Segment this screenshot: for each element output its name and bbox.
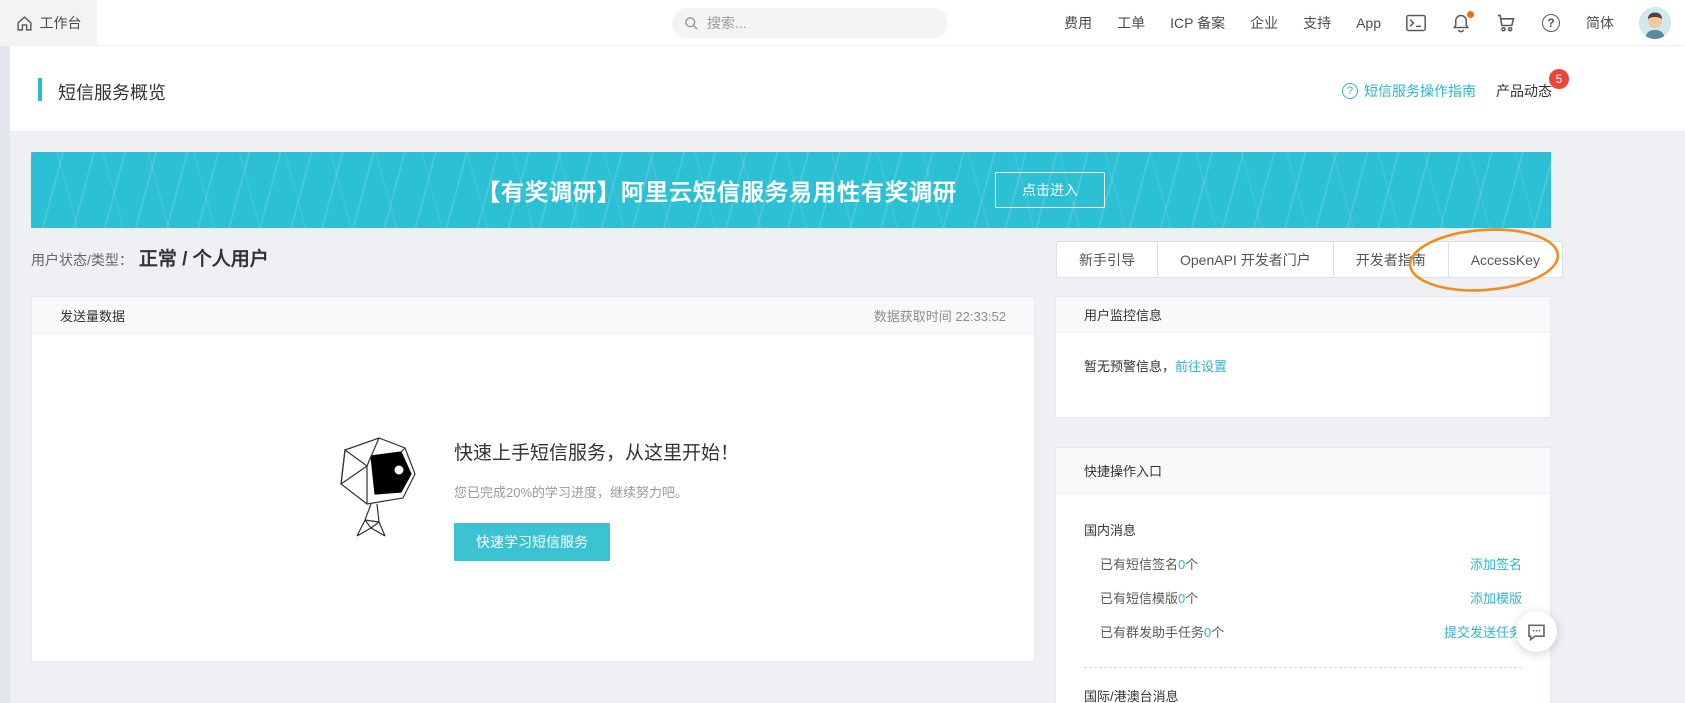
product-news-label: 产品动态 (1496, 83, 1552, 99)
notification-dot (1467, 11, 1474, 18)
notification-bell-icon[interactable] (1451, 13, 1471, 33)
survey-enter-button[interactable]: 点击进入 (995, 172, 1105, 208)
send-volume-card-title: 发送量数据 (60, 306, 125, 325)
collapsed-sidebar-rail (0, 46, 10, 703)
add-template-link[interactable]: 添加模版 (1470, 588, 1522, 607)
top-navbar: 工作台 费用 工单 ICP 备案 企业 支持 App ? 简体 (0, 0, 1685, 46)
user-monitor-card-header: 用户监控信息 (1056, 297, 1550, 333)
signature-count-text: 已有短信签名0个 (1100, 554, 1198, 573)
page-header: 短信服务概览 ? 短信服务操作指南 产品动态 5 (10, 46, 1685, 131)
quick-actions-card-header: 快捷操作入口 (1056, 448, 1550, 494)
topbar-right-group: 费用 工单 ICP 备案 企业 支持 App ? 简体 (1064, 0, 1671, 46)
nav-enterprise[interactable]: 企业 (1250, 13, 1278, 33)
user-status-label: 用户状态/类型： (31, 250, 133, 270)
search-input[interactable] (707, 15, 936, 31)
list-item-signature: 已有短信签名0个 添加签名 (1084, 554, 1522, 573)
batch-task-prefix: 已有群发助手任务 (1100, 625, 1204, 640)
global-search (672, 8, 948, 38)
beginner-guide-button[interactable]: 新手引导 (1056, 241, 1158, 278)
dashed-divider (1084, 667, 1522, 668)
workbench-button[interactable]: 工作台 (0, 0, 97, 46)
user-monitor-body: 暂无预警信息，前往设置 (1056, 333, 1550, 375)
home-icon (16, 15, 33, 32)
onboarding-title: 快速上手短信服务，从这里开始！ (454, 438, 739, 465)
user-monitor-card-title: 用户监控信息 (1084, 305, 1162, 324)
sms-guide-link[interactable]: ? 短信服务操作指南 (1342, 81, 1476, 101)
quick-actions-card: 快捷操作入口 国内消息 已有短信签名0个 添加签名 已有短信模版0个 添加模版 … (1055, 447, 1551, 703)
domestic-message-label: 国内消息 (1084, 520, 1522, 539)
quick-actions-card-title: 快捷操作入口 (1084, 461, 1162, 480)
search-icon (684, 16, 699, 31)
signature-prefix: 已有短信签名 (1100, 557, 1178, 572)
nav-billing[interactable]: 费用 (1064, 13, 1092, 33)
go-to-settings-link[interactable]: 前往设置 (1175, 359, 1227, 374)
nav-icp[interactable]: ICP 备案 (1170, 13, 1225, 33)
access-key-button[interactable]: AccessKey (1448, 241, 1563, 278)
page-title: 短信服务概览 (58, 79, 166, 105)
product-news-link[interactable]: 产品动态 5 (1496, 81, 1552, 101)
user-status-row: 用户状态/类型： 正常 / 个人用户 (31, 244, 269, 271)
nav-app[interactable]: App (1356, 15, 1381, 31)
title-accent-bar (38, 78, 42, 101)
question-circle-icon: ? (1342, 83, 1358, 99)
sms-guide-label: 短信服务操作指南 (1364, 81, 1476, 101)
terminal-icon[interactable] (1406, 13, 1426, 33)
nav-tickets[interactable]: 工单 (1117, 13, 1145, 33)
quick-link-button-group: 新手引导 OpenAPI 开发者门户 开发者指南 AccessKey (1056, 241, 1563, 278)
list-item-template: 已有短信模版0个 添加模版 (1084, 588, 1522, 607)
user-avatar[interactable] (1639, 7, 1671, 39)
onboarding-subtitle: 您已完成20%的学习进度，继续努力吧。 (454, 482, 688, 501)
chat-support-button[interactable] (1516, 611, 1557, 652)
batch-task-suffix: 个 (1211, 625, 1224, 640)
survey-banner: 【有奖调研】阿里云短信服务易用性有奖调研 点击进入 (31, 152, 1551, 228)
developer-guide-button[interactable]: 开发者指南 (1333, 241, 1449, 278)
user-monitor-card: 用户监控信息 暂无预警信息，前往设置 (1055, 296, 1551, 418)
sms-console-page: 工作台 费用 工单 ICP 备案 企业 支持 App ? 简体 (0, 0, 1685, 703)
openapi-portal-button[interactable]: OpenAPI 开发者门户 (1157, 241, 1334, 278)
batch-task-count-text: 已有群发助手任务0个 (1100, 622, 1224, 641)
intl-message-label: 国际/港澳台消息 (1084, 686, 1522, 703)
quick-learn-button[interactable]: 快速学习短信服务 (454, 523, 610, 561)
submit-send-task-link[interactable]: 提交发送任务 (1444, 622, 1522, 641)
signature-suffix: 个 (1185, 557, 1198, 572)
onboarding-text-column: 快速上手短信服务，从这里开始！ 您已完成20%的学习进度，继续努力吧。 快速学习… (454, 432, 739, 561)
list-item-batch-task: 已有群发助手任务0个 提交发送任务 (1084, 622, 1522, 641)
send-volume-card: 发送量数据 数据获取时间 22:33:52 快速上手短信服务，从这里开始！ 您已… (31, 296, 1035, 662)
data-fetch-time: 数据获取时间 22:33:52 (874, 306, 1006, 325)
template-suffix: 个 (1185, 591, 1198, 606)
help-icon[interactable]: ? (1541, 13, 1561, 33)
add-signature-link[interactable]: 添加签名 (1470, 554, 1522, 573)
send-volume-card-header: 发送量数据 数据获取时间 22:33:52 (32, 297, 1034, 334)
monitor-empty-text: 暂无预警信息， (1084, 359, 1175, 374)
nav-support[interactable]: 支持 (1303, 13, 1331, 33)
locale-switcher[interactable]: 简体 (1586, 13, 1614, 33)
template-count-text: 已有短信模版0个 (1100, 588, 1198, 607)
quick-actions-body: 国内消息 已有短信签名0个 添加签名 已有短信模版0个 添加模版 已有群发助手任… (1056, 520, 1550, 703)
chat-bubble-icon (1526, 622, 1547, 642)
workbench-label: 工作台 (40, 13, 82, 33)
robot-illustration (327, 432, 422, 542)
template-prefix: 已有短信模版 (1100, 591, 1178, 606)
user-status-value: 正常 / 个人用户 (139, 244, 269, 271)
product-news-badge: 5 (1549, 69, 1569, 89)
page-header-right: ? 短信服务操作指南 产品动态 5 (1342, 81, 1552, 101)
survey-banner-title: 【有奖调研】阿里云短信服务易用性有奖调研 (477, 173, 957, 207)
cart-icon[interactable] (1496, 13, 1516, 33)
onboarding-block: 快速上手短信服务，从这里开始！ 您已完成20%的学习进度，继续努力吧。 快速学习… (32, 432, 1034, 561)
